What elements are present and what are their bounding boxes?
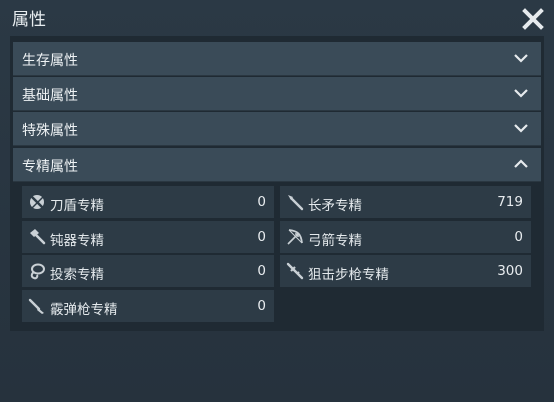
- chevron-up-icon: [513, 157, 529, 171]
- spear-icon: [286, 193, 304, 211]
- close-icon: [522, 8, 544, 30]
- sword-shield-icon: [28, 193, 46, 211]
- chevron-down-icon: [513, 121, 529, 135]
- chevron-down-icon: [513, 51, 529, 65]
- stat-label: 钝器专精: [50, 233, 104, 249]
- stat-lasso-mastery: 投索专精 0: [22, 255, 274, 287]
- stat-value: 300: [497, 263, 523, 279]
- stat-value: 0: [257, 298, 266, 314]
- lasso-icon: [28, 262, 46, 280]
- title-bar: 属性: [0, 0, 554, 34]
- section-label: 生存属性: [22, 53, 78, 69]
- hammer-icon: [28, 228, 46, 246]
- stat-value: 0: [257, 194, 266, 210]
- stat-label: 弓箭专精: [308, 233, 362, 249]
- stat-value: 0: [257, 229, 266, 245]
- stat-value: 719: [497, 194, 523, 210]
- section-special-attributes[interactable]: 特殊属性: [13, 112, 541, 146]
- window-title: 属性: [12, 10, 46, 30]
- stat-value: 0: [257, 263, 266, 279]
- bow-icon: [286, 228, 304, 246]
- shotgun-icon: [28, 297, 46, 315]
- chevron-down-icon: [513, 86, 529, 100]
- section-label: 专精属性: [22, 159, 78, 175]
- stat-value: 0: [514, 229, 523, 245]
- stat-blunt-mastery: 钝器专精 0: [22, 221, 274, 253]
- stat-spear-mastery: 长矛专精 719: [280, 186, 531, 218]
- section-label: 基础属性: [22, 88, 78, 104]
- stat-sword-shield-mastery: 刀盾专精 0: [22, 186, 274, 218]
- stat-label: 长矛专精: [308, 198, 362, 214]
- section-mastery-attributes[interactable]: 专精属性: [13, 148, 541, 182]
- stat-label: 霰弹枪专精: [50, 302, 118, 318]
- sniper-rifle-icon: [286, 262, 304, 280]
- section-survival-attributes[interactable]: 生存属性: [13, 42, 541, 76]
- stat-label: 投索专精: [50, 267, 104, 283]
- stat-shotgun-mastery: 霰弹枪专精 0: [22, 290, 274, 322]
- stat-label: 狙击步枪专精: [308, 267, 389, 283]
- stat-bow-mastery: 弓箭专精 0: [280, 221, 531, 253]
- stat-sniper-rifle-mastery: 狙击步枪专精 300: [280, 255, 531, 287]
- section-basic-attributes[interactable]: 基础属性: [13, 77, 541, 111]
- section-label: 特殊属性: [22, 123, 78, 139]
- close-button[interactable]: [518, 6, 548, 32]
- stat-label: 刀盾专精: [50, 198, 104, 214]
